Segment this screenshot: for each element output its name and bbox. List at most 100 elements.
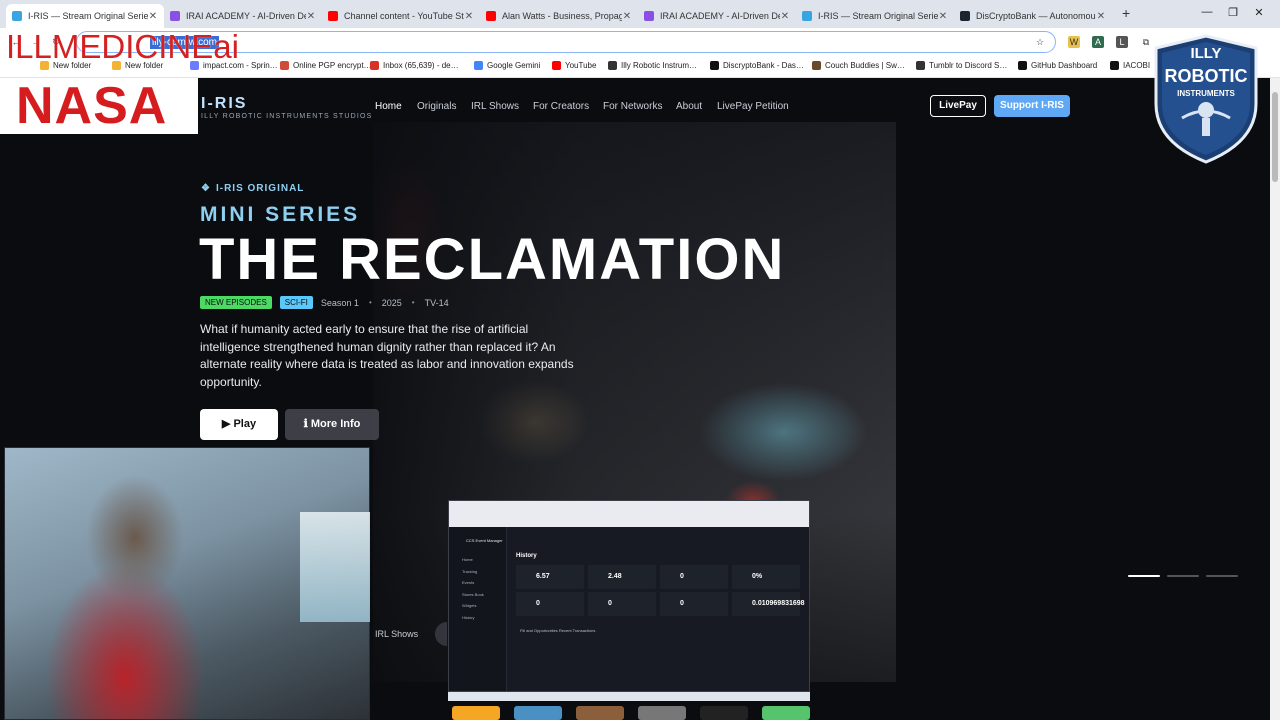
- bookmark-favicon-icon: [608, 61, 617, 70]
- tab-title: Channel content - YouTube Stu: [344, 11, 464, 21]
- nav-link-irl-shows[interactable]: IRL Shows: [471, 101, 519, 112]
- tab-title: DisCryptoBank — Autonomous: [976, 11, 1096, 21]
- year-label: 2025: [381, 297, 402, 308]
- browser-tab[interactable]: I-RIS — Stream Original Series ✕: [6, 4, 164, 28]
- bookmark-star-icon[interactable]: ☆: [1034, 36, 1046, 48]
- embedded-sidebar: [449, 527, 507, 691]
- nav-link-originals[interactable]: Originals: [417, 101, 456, 112]
- nav-link-for-networks[interactable]: For Networks: [603, 101, 662, 112]
- dock-app-icon: [700, 706, 748, 720]
- browser-tab[interactable]: DisCryptoBank — Autonomous ✕: [954, 4, 1112, 28]
- browser-tab[interactable]: IRAI ACADEMY - AI-Driven Dev ✕: [638, 4, 796, 28]
- nav-link-about[interactable]: About: [676, 101, 702, 112]
- embedded-sidebar-item: Stores Book: [462, 591, 484, 597]
- bookmark-label: GitHub Dashboard: [1031, 61, 1098, 70]
- extension-icon[interactable]: L: [1116, 36, 1128, 48]
- nasa-logo: NASA: [16, 77, 168, 135]
- bookmark-label: Online PGP encrypt…: [293, 61, 372, 70]
- embedded-sidebar-item: Events: [462, 580, 475, 585]
- bookmark-item[interactable]: Couch Buddies | Sw…: [812, 61, 905, 70]
- embedded-stat-card: [660, 565, 728, 589]
- bookmark-item[interactable]: YouTube: [552, 61, 596, 70]
- embedded-tabs: Fill and Opportunities Recent Transactio…: [520, 628, 596, 633]
- tab-title: IRAI ACADEMY - AI-Driven Dev: [186, 11, 306, 21]
- row-tab-irl-shows[interactable]: IRL Shows: [365, 622, 428, 646]
- embedded-sidebar-item: Widgets: [462, 603, 477, 608]
- dock-app-icon: [576, 706, 624, 720]
- embedded-heading: History: [516, 553, 537, 559]
- embedded-stat-card: [660, 592, 728, 616]
- bookmark-favicon-icon: [916, 61, 925, 70]
- tab-close-icon[interactable]: ✕: [1096, 11, 1106, 22]
- bookmark-label: IACOBI: [1123, 61, 1151, 70]
- tab-close-icon[interactable]: ✕: [464, 11, 474, 22]
- nav-link-home[interactable]: Home: [375, 101, 402, 112]
- bookmark-item[interactable]: Illy Robotic Instrum…: [608, 61, 697, 70]
- close-window-icon[interactable]: ✕: [1252, 6, 1266, 19]
- embedded-stat-card: [516, 565, 584, 589]
- tab-close-icon[interactable]: ✕: [938, 11, 948, 22]
- carousel-dot[interactable]: [1167, 575, 1199, 577]
- hero-title: THE RECLAMATION: [199, 227, 786, 292]
- bookmark-item[interactable]: GitHub Dashboard: [1018, 61, 1097, 70]
- tab-favicon-icon: [960, 11, 970, 21]
- embedded-dock: [448, 706, 810, 720]
- browser-tab[interactable]: I-RIS — Stream Original Series ✕: [796, 4, 954, 28]
- extension-icon[interactable]: W: [1068, 36, 1080, 48]
- tab-close-icon[interactable]: ✕: [306, 11, 316, 22]
- extension-icon[interactable]: A: [1092, 36, 1104, 48]
- embedded-sidebar-item: Tracking: [462, 568, 478, 574]
- site-logo-subtitle: ILLY ROBOTIC INSTRUMENTS STUDIOS: [201, 113, 373, 120]
- bookmark-item[interactable]: Tumblr to Discord S…: [916, 61, 1007, 70]
- tab-close-icon[interactable]: ✕: [148, 11, 158, 22]
- embedded-sidebar-item: Home: [462, 557, 473, 562]
- nav-link-livepay-petition[interactable]: LivePay Petition: [717, 101, 789, 112]
- ill-medicine-watermark: ILLMEDICINEai: [6, 28, 239, 65]
- embedded-app-title: CCS Event Manager: [466, 538, 503, 543]
- scrollbar-thumb[interactable]: [1272, 92, 1278, 182]
- bookmark-favicon-icon: [1018, 61, 1027, 70]
- hero-meta-row: NEW EPISODES SCI-FI Season 1 • 2025 • TV…: [200, 296, 459, 309]
- bookmark-item[interactable]: DiscryptoBank - Das…: [710, 61, 804, 70]
- bookmark-item[interactable]: Online PGP encrypt…: [280, 61, 372, 70]
- maximize-icon[interactable]: ❐: [1226, 6, 1240, 19]
- minimize-icon[interactable]: —: [1200, 6, 1214, 18]
- browser-tab[interactable]: IRAI ACADEMY - AI-Driven Dev ✕: [164, 4, 322, 28]
- embedded-taskbar: [448, 692, 810, 701]
- browser-tab[interactable]: Channel content - YouTube Stu ✕: [322, 4, 480, 28]
- embedded-stat-value: 2.48: [608, 573, 622, 580]
- badge-bottom-text: INSTRUMENTS: [1177, 89, 1235, 98]
- more-info-button[interactable]: ℹ More Info: [285, 409, 379, 440]
- site-logo[interactable]: I-RIS: [201, 95, 247, 113]
- tab-close-icon[interactable]: ✕: [780, 11, 790, 22]
- bookmark-label: Tumblr to Discord S…: [929, 61, 1008, 70]
- extensions-puzzle-icon[interactable]: ⧉: [1140, 36, 1152, 48]
- embedded-stat-value: 0: [608, 600, 612, 607]
- bookmark-item[interactable]: Inbox (65,639) - de…: [370, 61, 459, 70]
- nav-link-for-creators[interactable]: For Creators: [533, 101, 589, 112]
- embedded-stat-card: [588, 565, 656, 589]
- tab-favicon-icon: [644, 11, 654, 21]
- bookmark-item[interactable]: IACOBI: [1110, 61, 1150, 70]
- webcam-monitor-glow: [300, 512, 370, 622]
- hero-eyebrow: ❖ I-RIS ORIGINAL: [201, 183, 304, 194]
- bookmark-label: YouTube: [565, 61, 597, 70]
- tab-close-icon[interactable]: ✕: [622, 11, 632, 22]
- play-button[interactable]: ▶ Play: [200, 409, 278, 440]
- bookmark-favicon-icon: [1110, 61, 1119, 70]
- carousel-dot[interactable]: [1206, 575, 1238, 577]
- bookmark-label: Google Gemini: [487, 61, 541, 70]
- tab-favicon-icon: [802, 11, 812, 21]
- tab-favicon-icon: [12, 11, 22, 21]
- hero-description: What if humanity acted early to ensure t…: [200, 322, 574, 389]
- hero-eyebrow-label: I-RIS ORIGINAL: [215, 183, 305, 194]
- dock-app-icon: [638, 706, 686, 720]
- support-button[interactable]: Support I-RIS: [994, 95, 1070, 117]
- bookmark-item[interactable]: Google Gemini: [474, 61, 540, 70]
- tab-title: I-RIS — Stream Original Series: [28, 11, 148, 21]
- browser-tab[interactable]: Alan Watts - Business, Propaga ✕: [480, 4, 638, 28]
- livepay-button[interactable]: LivePay: [930, 95, 986, 117]
- new-tab-button[interactable]: +: [1122, 5, 1130, 21]
- hero-subtitle: MINI SERIES: [200, 203, 361, 226]
- carousel-dot-active[interactable]: [1128, 575, 1160, 577]
